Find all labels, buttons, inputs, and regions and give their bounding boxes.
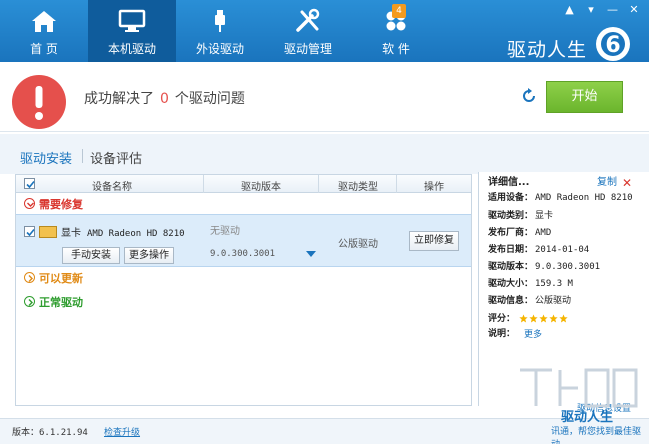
header-driver-version: 驱动版本 (241, 182, 281, 193)
driver-type-value: 公版驱动 (338, 239, 378, 250)
close-icon[interactable]: ✕ (625, 2, 643, 18)
graphics-card-icon (39, 226, 57, 238)
column-divider (203, 175, 204, 193)
version-label: 版本： (12, 428, 40, 438)
detail-row: 驱动版本： 9.0.300.3001 (488, 262, 601, 272)
detail-row: 发布日期： 2014-01-04 (488, 245, 590, 255)
close-details-icon[interactable]: ✕ (622, 176, 632, 190)
group-need-fix[interactable]: 需要修复 (39, 196, 83, 212)
refresh-icon[interactable] (521, 88, 537, 104)
watermark-tagline: 讯通，帮您找到最佳驱动 (551, 427, 642, 444)
home-icon (32, 11, 56, 32)
nav-software-label: 软 件 (382, 42, 410, 56)
tab-divider (82, 149, 83, 163)
tab-driver-install[interactable]: 驱动安装 (20, 148, 72, 167)
select-all-checkbox[interactable] (24, 178, 35, 189)
more-link[interactable]: 更多 (524, 327, 542, 340)
version-info: 版本：6.1.21.94 (12, 425, 88, 438)
rating-stars (519, 313, 569, 323)
tools-icon (296, 8, 320, 32)
device-model: AMD Radeon HD 8210 (87, 229, 185, 239)
detail-row: 驱动类别： 显卡 (488, 211, 554, 221)
details-title: 详细信... (488, 177, 530, 188)
group-normal[interactable]: 正常驱动 (39, 294, 83, 310)
status-message: 成功解决了 0 个驱动问题 (84, 88, 245, 108)
star-icon (529, 314, 538, 323)
nav-home[interactable]: 首 页 (0, 0, 88, 62)
app-brand: 驱动人生 (506, 39, 587, 61)
software-badge: 4 (392, 4, 406, 18)
star-icon (549, 314, 558, 323)
window-controls: ▲ ▾ — ✕ (561, 2, 644, 18)
copy-link[interactable]: 复制 (597, 173, 617, 188)
nav-local-drivers-label: 本机驱动 (107, 42, 156, 56)
nav-local-drivers[interactable]: 本机驱动 (88, 0, 176, 62)
nav-peripheral-drivers[interactable]: 外设驱动 (176, 0, 264, 62)
column-divider (396, 175, 397, 193)
expand-normal-icon[interactable] (24, 296, 35, 307)
row-checkbox[interactable] (24, 226, 35, 237)
nav-peripheral-drivers-label: 外设驱动 (195, 42, 244, 56)
detail-row: 驱动大小： 159.3 M (488, 279, 573, 289)
detail-row: 驱动信息： 公版驱动 (488, 296, 572, 306)
rating-label: 评分： (488, 314, 516, 324)
star-icon (539, 314, 548, 323)
detail-row: 发布厂商： AMD (488, 228, 552, 238)
star-icon (519, 314, 528, 323)
more-operations-button[interactable]: 更多操作 (124, 247, 174, 264)
usb-icon (215, 10, 225, 32)
nav-software[interactable]: 4 软 件 (352, 0, 440, 62)
driver-table (15, 174, 472, 406)
fix-now-button[interactable]: 立即修复 (409, 231, 459, 251)
manual-install-button[interactable]: 手动安装 (62, 247, 120, 264)
detail-row: 适用设备： AMD Radeon HD 8210 (488, 193, 633, 203)
header-operation: 操作 (424, 182, 444, 193)
watermark-brand: 驱动人生 (561, 410, 614, 425)
version-number: 6.1.21.94 (39, 428, 88, 438)
skin-icon[interactable]: ▲ (561, 2, 579, 18)
driver-version-value: 9.0.300.3001 (210, 249, 276, 259)
menu-icon[interactable]: ▾ (582, 2, 600, 18)
version-dropdown-icon[interactable] (306, 251, 316, 257)
tab-device-evaluate[interactable]: 设备评估 (90, 148, 142, 167)
nav-home-label: 首 页 (30, 42, 58, 56)
device-name: 显卡 AMD Radeon HD 8210 (61, 224, 185, 239)
brand-logo-glyph: 6 (605, 33, 620, 58)
note-label: 说明： (488, 329, 516, 339)
collapse-need-fix-icon[interactable] (24, 198, 35, 209)
group-updatable[interactable]: 可以更新 (39, 270, 83, 286)
status-prefix: 成功解决了 (84, 91, 154, 107)
status-suffix: 个驱动问题 (174, 91, 245, 107)
column-divider (318, 175, 319, 193)
brand-logo-icon: 6 (596, 27, 630, 61)
star-icon (559, 314, 568, 323)
header-device-name: 设备名称 (92, 182, 132, 193)
warning-icon (12, 75, 66, 129)
check-upgrade-link[interactable]: 检查升级 (104, 425, 140, 438)
minimize-icon[interactable]: — (604, 2, 622, 18)
header-driver-type: 驱动类型 (338, 182, 378, 193)
nav-driver-management-label: 驱动管理 (283, 42, 332, 56)
monitor-icon (118, 9, 146, 32)
expand-updatable-icon[interactable] (24, 272, 35, 283)
fixed-count: 0 (160, 91, 169, 107)
current-driver-status: 无驱动 (210, 226, 240, 237)
nav-driver-management[interactable]: 驱动管理 (264, 0, 352, 62)
device-category: 显卡 (61, 228, 81, 239)
start-button[interactable]: 开始 (546, 81, 623, 113)
